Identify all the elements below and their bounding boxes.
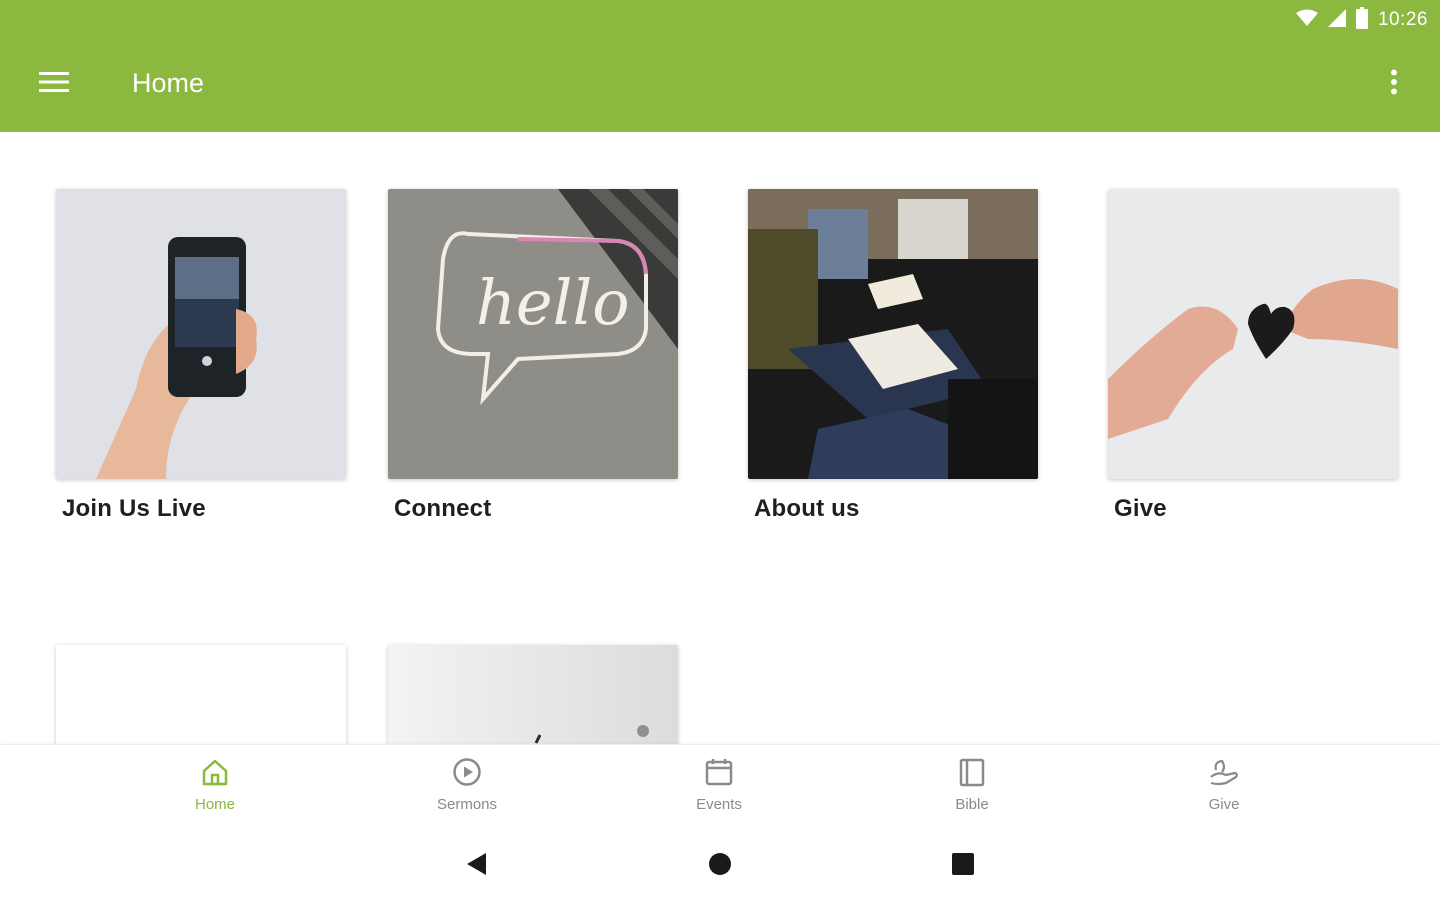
card-give[interactable]: Give xyxy=(1108,189,1398,523)
card-row2-2[interactable] xyxy=(388,645,678,744)
give-hand-icon xyxy=(1208,757,1240,792)
about-us-image xyxy=(748,189,1038,479)
card-connect[interactable]: hello Connect xyxy=(388,189,678,523)
card-label: Connect xyxy=(394,495,492,522)
book-icon xyxy=(957,757,987,792)
battery-icon xyxy=(1355,6,1368,34)
card-label: Join Us Live xyxy=(62,495,206,522)
card-join-us-live[interactable]: Join Us Live xyxy=(56,189,346,523)
bottom-navigation: Home Sermons Events Bible Give xyxy=(0,744,1440,832)
play-circle-icon xyxy=(452,757,482,792)
system-navigation-bar xyxy=(0,832,1440,900)
nav-item-events[interactable]: Events xyxy=(659,757,779,827)
nav-label: Give xyxy=(1208,796,1240,813)
system-recents-button[interactable] xyxy=(947,850,979,882)
give-image xyxy=(1108,189,1398,479)
page-title: Home xyxy=(132,68,205,98)
status-bar: 10:26 xyxy=(1295,6,1428,34)
recents-square-icon xyxy=(951,852,975,881)
connect-image: hello xyxy=(388,189,678,479)
system-home-button[interactable] xyxy=(704,850,736,882)
calendar-icon xyxy=(704,757,734,792)
wifi-icon xyxy=(1295,9,1318,32)
hamburger-menu-icon xyxy=(39,71,69,98)
nav-item-give[interactable]: Give xyxy=(1164,757,1284,827)
cell-signal-icon xyxy=(1327,8,1346,32)
menu-button[interactable] xyxy=(28,62,80,106)
more-vertical-icon xyxy=(1390,69,1398,100)
status-time: 10:26 xyxy=(1377,9,1428,30)
system-back-button[interactable] xyxy=(460,850,492,882)
nav-item-home[interactable]: Home xyxy=(155,757,275,827)
nav-item-bible[interactable]: Bible xyxy=(912,757,1032,827)
nav-item-sermons[interactable]: Sermons xyxy=(407,757,527,827)
card-row2-1-image xyxy=(56,645,346,744)
home-grid: Join Us Live hello Connect About us Give xyxy=(0,132,1440,744)
back-triangle-icon xyxy=(464,851,488,882)
nav-label: Events xyxy=(696,796,742,813)
home-circle-icon xyxy=(708,852,732,881)
card-label: About us xyxy=(754,495,860,522)
app-bar: 10:26 Home xyxy=(0,0,1440,132)
nav-label: Home xyxy=(194,796,235,813)
overflow-menu-button[interactable] xyxy=(1372,62,1416,106)
nav-label: Bible xyxy=(955,796,989,813)
join-us-live-image xyxy=(56,189,346,479)
card-row2-1[interactable] xyxy=(56,645,346,744)
card-label: Give xyxy=(1114,495,1167,522)
nav-label: Sermons xyxy=(436,796,498,813)
home-icon xyxy=(200,757,230,792)
card-row2-2-image xyxy=(388,645,678,744)
card-about-us[interactable]: About us xyxy=(748,189,1038,523)
svg-text:hello: hello xyxy=(476,266,630,339)
